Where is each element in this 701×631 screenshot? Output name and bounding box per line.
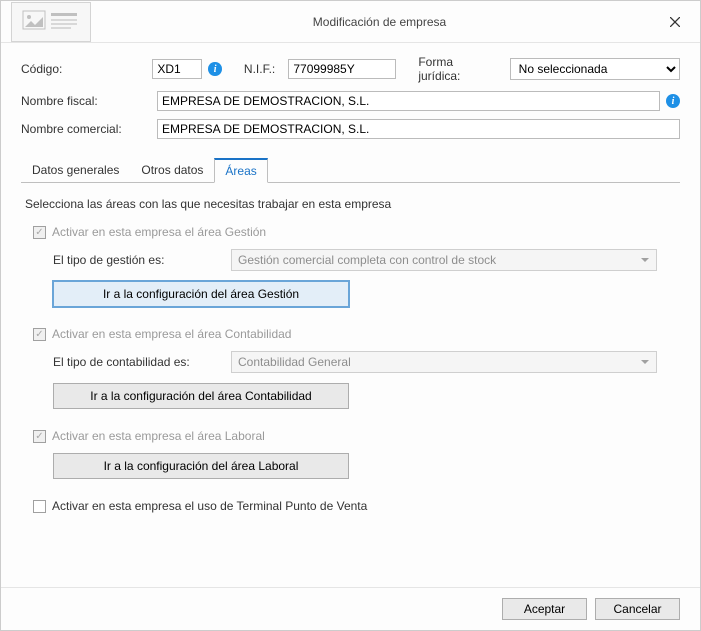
input-nif[interactable] — [288, 59, 396, 79]
select-gestion-type: Gestión comercial completa con control d… — [231, 249, 657, 271]
input-code[interactable] — [152, 59, 202, 79]
info-icon[interactable]: i — [666, 94, 680, 108]
areas-intro: Selecciona las áreas con las que necesit… — [25, 197, 676, 211]
button-goto-contab[interactable]: Ir a la configuración del área Contabili… — [53, 383, 349, 409]
row-fiscalname: Nombre fiscal: i — [21, 91, 680, 111]
info-icon[interactable]: i — [208, 62, 222, 76]
input-commercialname[interactable] — [157, 119, 680, 139]
label-code: Código: — [21, 62, 152, 76]
button-goto-gestion[interactable]: Ir a la configuración del área Gestión — [53, 281, 349, 307]
check-row-laboral: Activar en esta empresa el área Laboral — [33, 429, 676, 443]
dialog-window: Modificación de empresa Código: i N.I.F.… — [0, 0, 701, 631]
row-gestion-type: El tipo de gestión es: Gestión comercial… — [53, 249, 676, 271]
select-legalform[interactable]: No seleccionada — [510, 58, 680, 80]
label-contab-type: El tipo de contabilidad es: — [53, 355, 231, 369]
row-commercialname: Nombre comercial: — [21, 119, 680, 139]
accept-button[interactable]: Aceptar — [502, 598, 587, 620]
tab-general[interactable]: Datos generales — [21, 158, 130, 183]
cancel-button[interactable]: Cancelar — [595, 598, 680, 620]
form-body: Código: i N.I.F.: Forma jurídica: No sel… — [1, 43, 700, 587]
check-row-tpv[interactable]: Activar en esta empresa el uso de Termin… — [33, 499, 676, 513]
label-check-contab: Activar en esta empresa el área Contabil… — [52, 327, 291, 341]
header-icon — [11, 2, 91, 42]
label-gestion-type: El tipo de gestión es: — [53, 253, 231, 267]
label-check-laboral: Activar en esta empresa el área Laboral — [52, 429, 265, 443]
footer: Aceptar Cancelar — [1, 587, 700, 630]
tabs: Datos generales Otros datos Áreas — [21, 157, 680, 183]
check-row-gestion: Activar en esta empresa el área Gestión — [33, 225, 676, 239]
label-legalform: Forma jurídica: — [418, 55, 495, 83]
checkbox-gestion — [33, 226, 46, 239]
label-nif: N.I.F.: — [244, 62, 288, 76]
checkbox-tpv[interactable] — [33, 500, 46, 513]
window-title: Modificación de empresa — [99, 15, 660, 29]
tab-other[interactable]: Otros datos — [130, 158, 214, 183]
titlebar: Modificación de empresa — [1, 1, 700, 43]
button-goto-laboral[interactable]: Ir a la configuración del área Laboral — [53, 453, 349, 479]
check-row-contab: Activar en esta empresa el área Contabil… — [33, 327, 676, 341]
input-fiscalname[interactable] — [157, 91, 660, 111]
checkbox-laboral — [33, 430, 46, 443]
checkbox-contab — [33, 328, 46, 341]
tab-areas[interactable]: Áreas — [214, 158, 267, 183]
label-check-tpv: Activar en esta empresa el uso de Termin… — [52, 499, 367, 513]
close-button[interactable] — [660, 7, 690, 37]
tab-body-areas: Selecciona las áreas con las que necesit… — [21, 183, 680, 527]
row-contab-type: El tipo de contabilidad es: Contabilidad… — [53, 351, 676, 373]
label-check-gestion: Activar en esta empresa el área Gestión — [52, 225, 266, 239]
label-fiscalname: Nombre fiscal: — [21, 94, 157, 108]
label-commercialname: Nombre comercial: — [21, 122, 157, 136]
row-code: Código: i N.I.F.: Forma jurídica: No sel… — [21, 55, 680, 83]
select-contab-type: Contabilidad General — [231, 351, 657, 373]
